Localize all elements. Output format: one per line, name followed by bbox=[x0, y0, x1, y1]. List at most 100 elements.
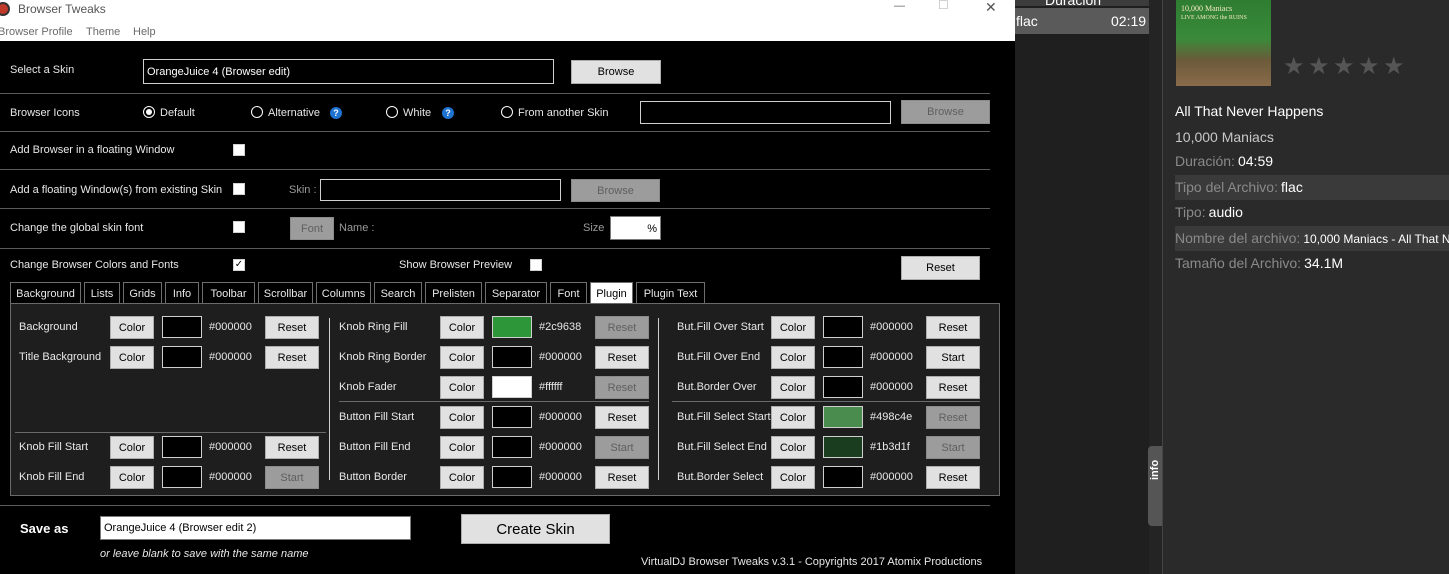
tab-prelisten[interactable]: Prelisten bbox=[425, 282, 482, 304]
color-picker-button[interactable]: Color bbox=[440, 436, 484, 459]
tab-grids[interactable]: Grids bbox=[123, 282, 162, 304]
color-picker-button[interactable]: Color bbox=[771, 376, 815, 399]
list-row-time: 02:19 bbox=[1111, 13, 1147, 29]
star-icon[interactable]: ★ bbox=[1308, 55, 1330, 79]
start-button[interactable]: Start bbox=[926, 436, 980, 459]
tab-font[interactable]: Font bbox=[550, 282, 587, 304]
color-picker-button[interactable]: Color bbox=[440, 466, 484, 489]
floating-skin-path-field[interactable] bbox=[320, 179, 561, 201]
list-header-duration: Duración bbox=[1045, 0, 1102, 8]
color-picker-button[interactable]: Color bbox=[771, 316, 815, 339]
divider bbox=[0, 169, 990, 170]
reset-button[interactable]: Reset bbox=[265, 316, 319, 339]
info-label: Nombre del archivo: bbox=[1175, 230, 1301, 246]
color-picker-button[interactable]: Color bbox=[771, 436, 815, 459]
tab-lists[interactable]: Lists bbox=[84, 282, 120, 304]
reset-button[interactable]: Reset bbox=[265, 436, 319, 459]
skin-path-field[interactable]: OrangeJuice 4 (Browser edit) bbox=[143, 59, 554, 84]
help-alternative-icon[interactable]: ? bbox=[330, 107, 342, 119]
floating-window-checkbox[interactable] bbox=[233, 144, 245, 156]
tab-plugin[interactable]: Plugin bbox=[590, 282, 633, 304]
browser-icons-label: Browser Icons bbox=[10, 107, 80, 119]
menu-help[interactable]: Help bbox=[133, 26, 156, 38]
color-picker-button[interactable]: Color bbox=[440, 346, 484, 369]
radio-from-another-skin[interactable] bbox=[501, 106, 513, 118]
tab-scrollbar[interactable]: Scrollbar bbox=[258, 282, 313, 304]
show-preview-checkbox[interactable] bbox=[530, 259, 542, 271]
color-picker-button[interactable]: Color bbox=[110, 436, 154, 459]
reset-button[interactable]: Reset bbox=[595, 376, 649, 399]
tab-background[interactable]: Background bbox=[10, 282, 81, 304]
tab-plugin-text[interactable]: Plugin Text bbox=[636, 282, 705, 304]
close-button[interactable]: ✕ bbox=[985, 0, 997, 16]
star-icon[interactable]: ★ bbox=[1358, 55, 1380, 79]
song-title: All That Never Happens bbox=[1175, 103, 1324, 119]
reset-button[interactable]: Reset bbox=[595, 316, 649, 339]
global-font-label: Change the global skin font bbox=[10, 222, 144, 234]
font-size-field[interactable]: % bbox=[610, 216, 661, 240]
color-picker-button[interactable]: Color bbox=[440, 316, 484, 339]
tab-columns[interactable]: Columns bbox=[316, 282, 371, 304]
icons-skin-path-field[interactable] bbox=[640, 101, 891, 124]
color-picker-button[interactable]: Color bbox=[771, 346, 815, 369]
color-picker-button[interactable]: Color bbox=[771, 406, 815, 429]
tab-toolbar[interactable]: Toolbar bbox=[202, 282, 255, 304]
star-icon[interactable]: ★ bbox=[1383, 55, 1405, 79]
color-picker-button[interactable]: Color bbox=[110, 466, 154, 489]
color-picker-button[interactable]: Color bbox=[440, 406, 484, 429]
start-button[interactable]: Start bbox=[926, 346, 980, 369]
color-row-label: Background bbox=[19, 321, 78, 333]
colors-fonts-checkbox[interactable]: ✓ bbox=[233, 259, 245, 271]
color-swatch bbox=[162, 466, 202, 488]
help-white-icon[interactable]: ? bbox=[442, 107, 454, 119]
color-hex-value: #000000 bbox=[539, 351, 582, 363]
start-button[interactable]: Start bbox=[265, 466, 319, 489]
maximize-button[interactable]: ☐ bbox=[938, 0, 949, 12]
font-button[interactable]: Font bbox=[290, 217, 334, 240]
create-skin-button[interactable]: Create Skin bbox=[461, 514, 610, 544]
color-row-label: Title Background bbox=[19, 351, 102, 363]
tab-search[interactable]: Search bbox=[374, 282, 422, 304]
color-picker-button[interactable]: Color bbox=[440, 376, 484, 399]
global-font-checkbox[interactable] bbox=[233, 221, 245, 233]
reset-button[interactable]: Reset bbox=[265, 346, 319, 369]
color-hex-value: #000000 bbox=[539, 441, 582, 453]
color-row-label: But.Fill Select Start bbox=[677, 411, 771, 423]
color-hex-value: #000000 bbox=[870, 471, 913, 483]
radio-default[interactable] bbox=[143, 106, 155, 118]
floating-skin-label: Skin : bbox=[289, 184, 317, 196]
reset-button[interactable]: Reset bbox=[926, 376, 980, 399]
start-button[interactable]: Start bbox=[595, 436, 649, 459]
minimize-button[interactable]: — bbox=[894, 0, 905, 12]
font-name-label: Name : bbox=[339, 222, 375, 234]
colors-reset-button[interactable]: Reset bbox=[901, 256, 980, 280]
info-value: audio bbox=[1208, 204, 1243, 220]
tab-info[interactable]: Info bbox=[165, 282, 199, 304]
star-icon[interactable]: ★ bbox=[1283, 55, 1305, 79]
color-row-label: But.Fill Select End bbox=[677, 441, 767, 453]
color-picker-button[interactable]: Color bbox=[110, 346, 154, 369]
color-swatch bbox=[823, 346, 863, 368]
info-tab[interactable] bbox=[1148, 446, 1162, 526]
radio-alternative[interactable] bbox=[251, 106, 263, 118]
radio-white[interactable] bbox=[386, 106, 398, 118]
color-picker-button[interactable]: Color bbox=[771, 466, 815, 489]
menu-theme[interactable]: Theme bbox=[86, 26, 120, 38]
floating-existing-checkbox[interactable] bbox=[233, 183, 245, 195]
star-icon[interactable]: ★ bbox=[1333, 55, 1355, 79]
color-hex-value: #2c9638 bbox=[539, 321, 582, 333]
icons-browse-button[interactable]: Browse bbox=[901, 100, 990, 124]
reset-button[interactable]: Reset bbox=[926, 406, 980, 429]
reset-button[interactable]: Reset bbox=[595, 466, 649, 489]
reset-button[interactable]: Reset bbox=[926, 466, 980, 489]
save-name-field[interactable]: OrangeJuice 4 (Browser edit 2) bbox=[100, 516, 411, 540]
rating-stars[interactable]: ★ ★ ★ ★ ★ bbox=[1283, 55, 1405, 80]
color-picker-button[interactable]: Color bbox=[110, 316, 154, 339]
tab-separator[interactable]: Separator bbox=[485, 282, 547, 304]
floating-browse-button[interactable]: Browse bbox=[571, 179, 660, 202]
reset-button[interactable]: Reset bbox=[595, 346, 649, 369]
reset-button[interactable]: Reset bbox=[595, 406, 649, 429]
menu-browser-profile[interactable]: Browser Profile bbox=[0, 26, 73, 38]
reset-button[interactable]: Reset bbox=[926, 316, 980, 339]
skin-browse-button[interactable]: Browse bbox=[571, 60, 661, 84]
